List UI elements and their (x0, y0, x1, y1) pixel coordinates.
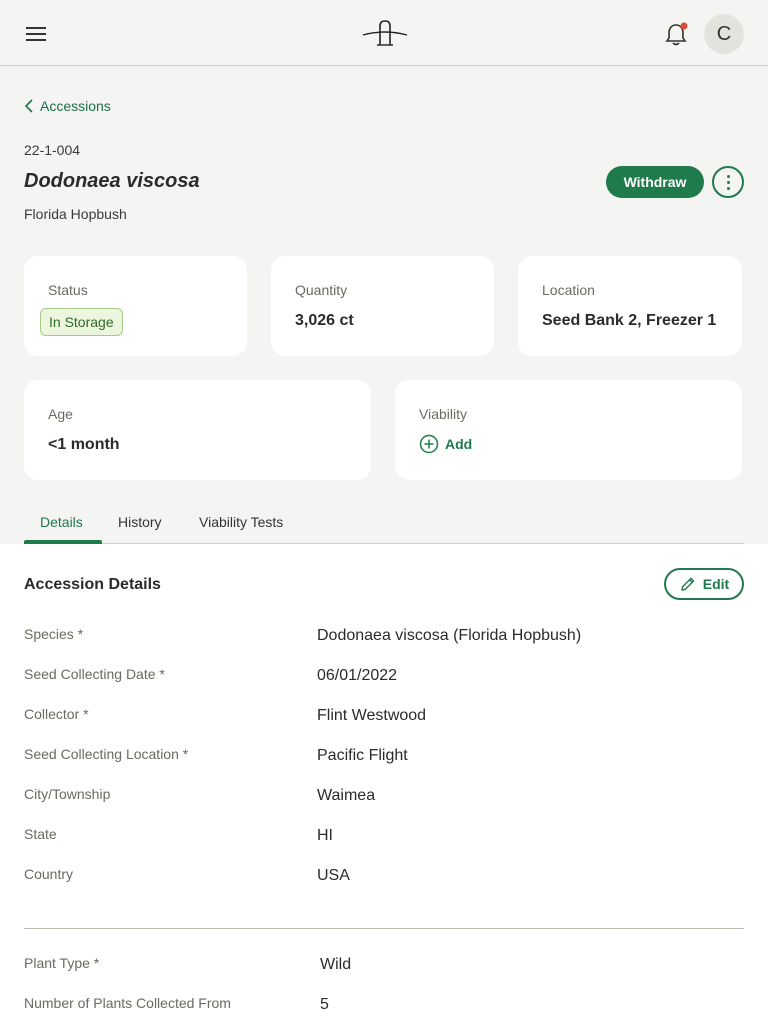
field-value: Pacific Flight (317, 747, 408, 764)
status-card: Status In Storage (24, 256, 247, 356)
add-viability-label: Add (445, 436, 473, 452)
field-label: Collector * (24, 706, 89, 722)
field-value: 5 (320, 996, 329, 1013)
section-divider (24, 928, 744, 929)
quantity-value: 3,026 ct (295, 312, 354, 329)
field-label: Number of Plants Collected From (24, 995, 231, 1011)
quantity-label: Quantity (295, 282, 348, 298)
field-value: Waimea (317, 787, 376, 804)
edit-button[interactable]: Edit (664, 568, 744, 600)
dot (726, 186, 730, 190)
plus-circle-icon (419, 434, 439, 454)
age-card: Age <1 month (24, 380, 371, 480)
viability-label: Viability (419, 406, 467, 422)
tab-history[interactable]: History (118, 514, 162, 530)
vertical-dots-icon (726, 174, 730, 178)
accession-id: 22-1-004 (24, 142, 81, 158)
pencil-icon (681, 577, 695, 591)
field-label: Species * (24, 626, 84, 642)
edit-label: Edit (702, 576, 730, 592)
field-value: USA (317, 867, 350, 884)
common-name: Florida Hopbush (24, 206, 127, 222)
viability-card: Viability Add (395, 380, 742, 480)
details-panel: Accession Details Edit Species * Dodonae… (0, 544, 768, 1024)
location-label: Location (542, 282, 595, 298)
tab-details[interactable]: Details (40, 514, 83, 530)
field-value: Wild (320, 956, 352, 973)
field-value: HI (317, 827, 333, 844)
location-value: Seed Bank 2, Freezer 1 (542, 312, 717, 329)
age-value: <1 month (48, 436, 120, 453)
quantity-card: Quantity 3,026 ct (271, 256, 494, 356)
breadcrumb-back-link[interactable]: Accessions (24, 96, 111, 116)
field-value: Flint Westwood (317, 707, 427, 724)
location-card: Location Seed Bank 2, Freezer 1 (518, 256, 742, 356)
field-label: Plant Type * (24, 955, 100, 971)
user-avatar[interactable]: C (704, 14, 744, 54)
page-title: Dodonaea viscosa (24, 170, 200, 192)
top-app-bar: C (0, 0, 768, 66)
field-value: Dodonaea viscosa (Florida Hopbush) (317, 627, 582, 644)
add-viability-button[interactable]: Add (419, 434, 472, 454)
chevron-left-icon (24, 99, 33, 113)
breadcrumb-label: Accessions (40, 98, 111, 114)
tab-bar: Details History Viability Tests (24, 506, 744, 544)
field-label: Seed Collecting Location * (24, 746, 189, 762)
field-label: Country (24, 866, 74, 882)
section-title: Accession Details (24, 576, 161, 593)
field-label: Seed Collecting Date * (24, 666, 165, 682)
age-label: Age (48, 406, 73, 422)
status-label: Status (48, 282, 88, 298)
status-badge: In Storage (40, 308, 123, 336)
field-label: State (24, 826, 57, 842)
field-label: City/Township (24, 786, 111, 802)
notification-bell-icon[interactable] (662, 20, 690, 48)
field-value: 06/01/2022 (317, 667, 398, 684)
tab-viability-tests[interactable]: Viability Tests (199, 514, 283, 530)
dot (726, 180, 730, 184)
hamburger-menu-icon[interactable] (24, 22, 48, 46)
more-options-button[interactable] (712, 166, 744, 198)
terraware-logo-icon (362, 20, 408, 46)
withdraw-button[interactable]: Withdraw (606, 166, 704, 198)
